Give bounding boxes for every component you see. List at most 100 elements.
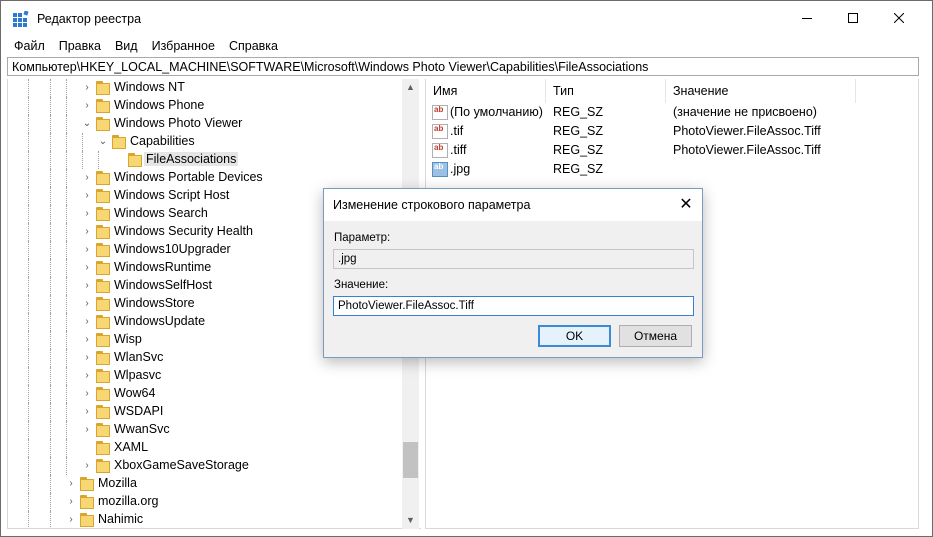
chevron-down-icon[interactable]: ⌄ — [98, 137, 108, 147]
folder-icon — [96, 315, 110, 329]
tree-item[interactable]: › mozilla.org — [8, 493, 408, 511]
tree-item[interactable]: ⌄ Capabilities — [8, 133, 408, 151]
tree-item[interactable]: › WSDAPI — [8, 403, 408, 421]
tree-guide-line — [66, 97, 67, 115]
dialog-close-icon[interactable]: ✕ — [674, 195, 698, 217]
tree-item-label: Capabilities — [130, 134, 195, 148]
tree-guide-line — [28, 349, 29, 367]
tree-item[interactable]: › Windows Portable Devices — [8, 169, 408, 187]
menu-file[interactable]: Файл — [1, 37, 52, 57]
tree-item-label: WindowsSelfHost — [114, 278, 212, 292]
cancel-button[interactable]: Отмена — [619, 325, 692, 347]
tree-item-label: Windows Search — [114, 206, 208, 220]
chevron-right-icon[interactable]: › — [66, 497, 76, 507]
chevron-right-icon[interactable]: › — [82, 83, 92, 93]
tree-item[interactable]: FileAssociations — [8, 151, 408, 169]
folder-icon — [96, 423, 110, 437]
registry-editor-window: Редактор реестра Файл Правка Вид Избранн… — [0, 0, 933, 537]
tree-guide-line — [28, 403, 29, 421]
column-type-header[interactable]: Тип — [546, 79, 666, 103]
tree-item[interactable]: XAML — [8, 439, 408, 457]
chevron-right-icon[interactable]: › — [82, 461, 92, 471]
tree-guide-line — [28, 295, 29, 313]
chevron-down-icon[interactable]: ⌄ — [82, 119, 92, 129]
tree-item[interactable]: › WwanSvc — [8, 421, 408, 439]
chevron-right-icon[interactable]: › — [82, 317, 92, 327]
column-name-header[interactable]: Имя — [426, 79, 546, 103]
folder-icon — [112, 135, 126, 149]
tree-item-label: FileAssociations — [144, 152, 239, 166]
tree-guide-line — [28, 439, 29, 457]
chevron-right-icon[interactable]: › — [82, 263, 92, 273]
folder-icon — [96, 333, 110, 347]
chevron-right-icon[interactable]: › — [82, 425, 92, 435]
chevron-right-icon[interactable]: › — [82, 335, 92, 345]
address-bar[interactable]: Компьютер\HKEY_LOCAL_MACHINE\SOFTWARE\Mi… — [7, 57, 919, 76]
tree-guide-line — [28, 115, 29, 133]
maximize-button[interactable] — [830, 1, 876, 35]
folder-icon — [96, 189, 110, 203]
menu-view[interactable]: Вид — [108, 37, 145, 57]
chevron-right-icon[interactable]: › — [66, 515, 76, 525]
tree-item[interactable]: ⌄ Windows Photo Viewer — [8, 115, 408, 133]
close-window-button[interactable] — [876, 1, 922, 35]
chevron-right-icon[interactable]: › — [66, 479, 76, 489]
tree-item[interactable]: › Wlpasvc — [8, 367, 408, 385]
chevron-right-icon[interactable]: › — [82, 389, 92, 399]
folder-icon — [96, 405, 110, 419]
tree-item-label: WlanSvc — [114, 350, 164, 364]
chevron-right-icon[interactable]: › — [82, 101, 92, 111]
tree-guide-line — [50, 115, 51, 133]
list-item[interactable]: ab (По умолчанию) REG_SZ (значение не пр… — [426, 103, 920, 122]
tree-item[interactable]: › Nahimic — [8, 511, 408, 528]
title-bar: Редактор реестра — [1, 1, 932, 37]
chevron-right-icon[interactable]: › — [82, 353, 92, 363]
tree-item[interactable]: › Windows Phone — [8, 97, 408, 115]
window-title: Редактор реестра — [37, 12, 142, 26]
chevron-right-icon[interactable]: › — [82, 245, 92, 255]
list-item[interactable]: ab .tiff REG_SZ PhotoViewer.FileAssoc.Ti… — [426, 141, 920, 160]
chevron-right-icon[interactable]: › — [82, 173, 92, 183]
chevron-right-icon[interactable]: › — [82, 299, 92, 309]
tree-guide-line — [98, 151, 99, 169]
minimize-button[interactable] — [784, 1, 830, 35]
list-item-selected[interactable]: ab .jpg REG_SZ — [426, 160, 920, 179]
column-value-header[interactable]: Значение — [666, 79, 856, 103]
menu-favorites[interactable]: Избранное — [145, 37, 222, 57]
scroll-thumb[interactable] — [403, 442, 418, 478]
tree-guide-line — [66, 169, 67, 187]
scroll-down-icon[interactable]: ▼ — [402, 512, 419, 529]
tree-guide-line — [28, 205, 29, 223]
tree-guide-line — [28, 241, 29, 259]
tree-guide-line — [66, 349, 67, 367]
chevron-right-icon[interactable]: › — [82, 281, 92, 291]
chevron-right-icon[interactable]: › — [82, 209, 92, 219]
chevron-right-icon[interactable]: › — [82, 191, 92, 201]
minimize-icon — [802, 18, 812, 19]
list-item[interactable]: ab .tif REG_SZ PhotoViewer.FileAssoc.Tif… — [426, 122, 920, 141]
edit-string-dialog: Изменение строкового параметра ✕ Парамет… — [323, 188, 703, 358]
folder-icon — [80, 513, 94, 527]
folder-icon — [96, 81, 110, 95]
chevron-right-icon[interactable]: › — [82, 227, 92, 237]
chevron-right-icon[interactable]: › — [82, 407, 92, 417]
tree-guide-line — [50, 475, 51, 493]
tree-item[interactable]: › Mozilla — [8, 475, 408, 493]
ok-button[interactable]: OK — [538, 325, 611, 347]
menu-help[interactable]: Справка — [222, 37, 285, 57]
value-type: REG_SZ — [553, 105, 604, 119]
tree-guide-line — [66, 457, 67, 475]
string-value-icon: ab — [432, 105, 448, 120]
scroll-up-icon[interactable]: ▲ — [402, 79, 419, 96]
tree-item-label: Wow64 — [114, 386, 156, 400]
menu-edit[interactable]: Правка — [52, 37, 108, 57]
string-value-icon: ab — [432, 124, 448, 139]
tree-item[interactable]: › Windows NT — [8, 79, 408, 97]
value-type: REG_SZ — [553, 143, 604, 157]
tree-item[interactable]: › XboxGameSaveStorage — [8, 457, 408, 475]
chevron-right-icon[interactable]: › — [82, 371, 92, 381]
tree-item[interactable]: › Wow64 — [8, 385, 408, 403]
value-data-input[interactable]: PhotoViewer.FileAssoc.Tiff — [333, 296, 694, 316]
tree-guide-line — [50, 421, 51, 439]
value-type: REG_SZ — [553, 124, 604, 138]
